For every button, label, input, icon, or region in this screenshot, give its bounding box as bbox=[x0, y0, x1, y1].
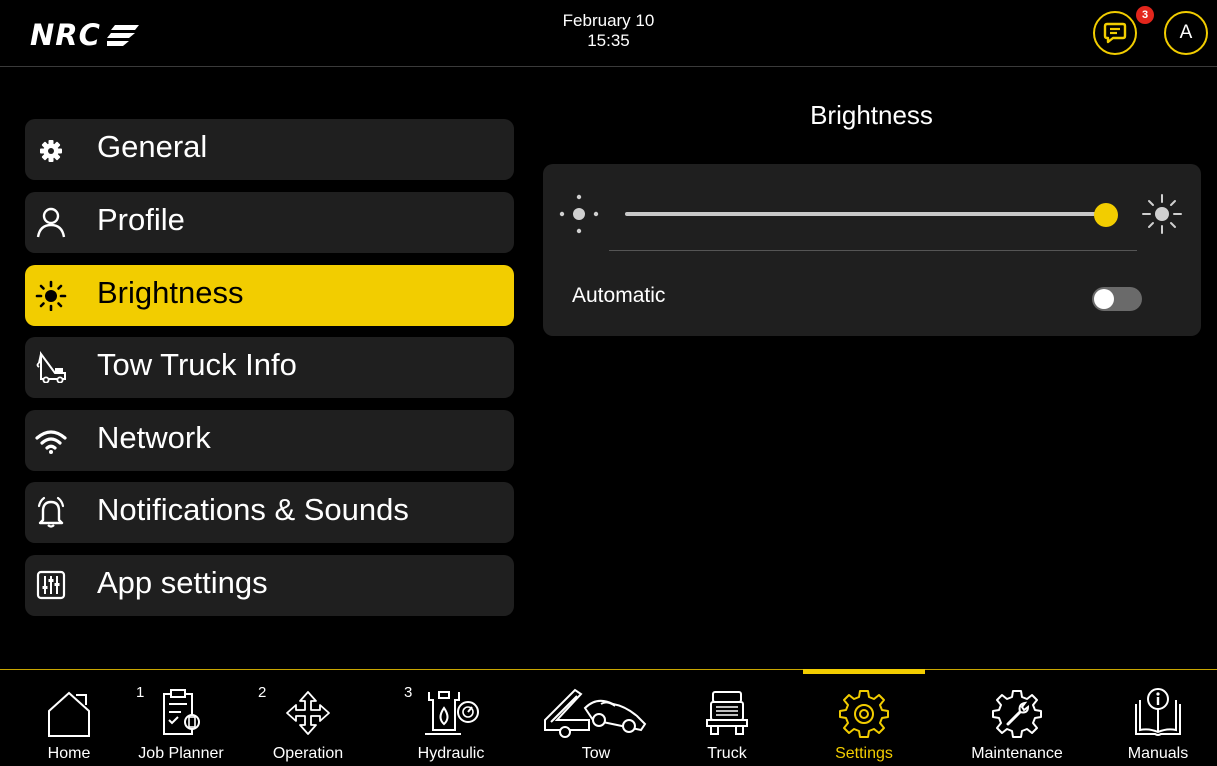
gear-icon bbox=[40, 140, 62, 162]
nav-manuals[interactable]: Manuals bbox=[1118, 670, 1198, 766]
menu-item-tow-truck-info[interactable]: Tow Truck Info bbox=[25, 337, 514, 398]
date-time: February 10 15:35 bbox=[0, 11, 1217, 51]
bell-icon bbox=[37, 496, 65, 528]
truck-icon bbox=[706, 691, 748, 735]
chat-icon bbox=[1103, 22, 1127, 44]
nav-label-settings: Settings bbox=[835, 745, 893, 762]
menu-label-notifications-sounds: Notifications & Sounds bbox=[97, 492, 409, 527]
nav-tow[interactable]: Tow bbox=[528, 670, 664, 766]
brightness-low-icon bbox=[559, 194, 599, 234]
top-bar: NRC February 10 15:35 3 A bbox=[0, 0, 1217, 67]
home-icon bbox=[48, 691, 90, 737]
brightness-high-icon bbox=[1142, 194, 1182, 234]
maintenance-icon bbox=[992, 690, 1042, 738]
nav-label-hydraulic: Hydraulic bbox=[417, 745, 485, 762]
nav-label-job-planner: Job Planner bbox=[138, 745, 224, 762]
nav-maintenance[interactable]: Maintenance bbox=[956, 670, 1078, 766]
nav-home[interactable]: Home bbox=[28, 670, 110, 766]
user-icon bbox=[36, 207, 66, 238]
messages-badge: 3 bbox=[1136, 6, 1154, 24]
brightness-slider-thumb[interactable] bbox=[1094, 203, 1118, 227]
nav-hydraulic[interactable]: 3 Hydraulic bbox=[396, 670, 506, 766]
bottom-nav: Home 1 Job Planner 2 Operation 3 Hydraul… bbox=[0, 669, 1217, 766]
menu-label-brightness: Brightness bbox=[97, 275, 244, 310]
panel-title: Brightness bbox=[810, 100, 933, 130]
messages-button[interactable] bbox=[1093, 11, 1137, 55]
tow-truck-icon bbox=[36, 351, 66, 383]
nav-label-maintenance: Maintenance bbox=[971, 745, 1063, 762]
tow-icon bbox=[544, 688, 647, 738]
sliders-icon bbox=[36, 570, 66, 600]
menu-item-notifications-sounds[interactable]: Notifications & Sounds bbox=[25, 482, 514, 543]
automatic-toggle[interactable] bbox=[1092, 287, 1142, 311]
automatic-label: Automatic bbox=[572, 284, 666, 307]
nav-label-tow: Tow bbox=[581, 745, 611, 762]
brightness-slider-track[interactable] bbox=[625, 212, 1105, 216]
sun-icon bbox=[35, 280, 67, 311]
menu-label-app-settings: App settings bbox=[97, 565, 268, 600]
panel-divider bbox=[609, 250, 1137, 251]
menu-item-general[interactable]: General bbox=[25, 119, 514, 180]
nav-label-truck: Truck bbox=[707, 745, 747, 762]
nav-label-operation: Operation bbox=[272, 745, 344, 762]
brightness-panel: Automatic bbox=[543, 164, 1201, 336]
nav-job-planner[interactable]: 1 Job Planner bbox=[128, 670, 234, 766]
manual-book-icon bbox=[1135, 688, 1181, 736]
menu-label-tow-truck-info: Tow Truck Info bbox=[97, 347, 297, 382]
nav-settings[interactable]: Settings bbox=[803, 669, 925, 766]
menu-item-profile[interactable]: Profile bbox=[25, 192, 514, 253]
settings-gear-icon bbox=[839, 690, 889, 738]
menu-label-general: General bbox=[97, 129, 208, 164]
toggle-knob bbox=[1094, 289, 1114, 309]
menu-label-network: Network bbox=[97, 420, 211, 455]
menu-item-network[interactable]: Network bbox=[25, 410, 514, 471]
nav-operation[interactable]: 2 Operation bbox=[252, 670, 364, 766]
menu-item-brightness[interactable]: Brightness bbox=[25, 265, 514, 326]
nav-label-manuals: Manuals bbox=[1127, 745, 1189, 762]
menu-item-app-settings[interactable]: App settings bbox=[25, 555, 514, 616]
hydraulic-icon bbox=[425, 691, 479, 735]
current-time: 15:35 bbox=[587, 31, 630, 50]
nav-label-home: Home bbox=[47, 745, 91, 762]
current-date: February 10 bbox=[562, 11, 655, 30]
menu-label-profile: Profile bbox=[97, 202, 185, 237]
job-planner-icon bbox=[163, 689, 200, 735]
wifi-icon bbox=[35, 430, 67, 454]
active-tab-indicator bbox=[803, 669, 925, 674]
move-arrows-icon bbox=[286, 691, 330, 735]
avatar[interactable]: A bbox=[1164, 11, 1208, 55]
nav-truck[interactable]: Truck bbox=[690, 670, 764, 766]
